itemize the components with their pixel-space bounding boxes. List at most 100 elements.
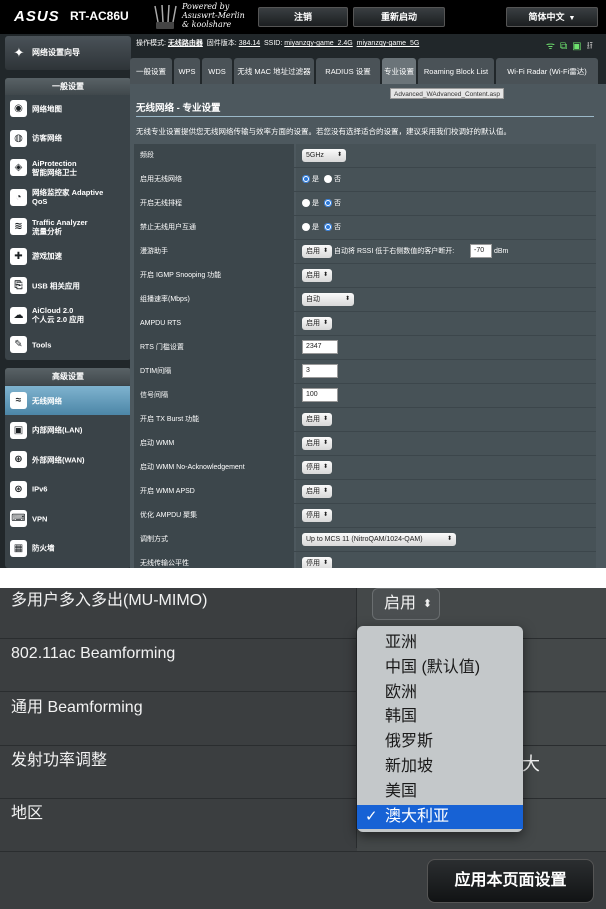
setting-select[interactable]: 停用 ⬍ (302, 461, 332, 474)
wifi-icon[interactable]: ᯤ (546, 41, 560, 52)
radio-no[interactable]: 否 (324, 198, 341, 209)
setting-select[interactable]: 停用 ⬍ (302, 509, 332, 522)
region-option[interactable]: 美国 (357, 780, 523, 805)
sidebar-item-label: AiCloud 2.0 个人云 2.0 应用 (32, 306, 84, 324)
setting-select[interactable]: 5GHz ⬍ (302, 149, 346, 162)
tab-7[interactable]: Wi-Fi Radar (Wi-Fi雷达) (496, 58, 598, 84)
region-option-label: 俄罗斯 (385, 733, 434, 751)
quick-setup-button[interactable]: ✦ 网络设置向导 (5, 36, 131, 70)
roaming-select[interactable]: 启用 ⬍ (302, 245, 332, 258)
tab-3[interactable]: 无线 MAC 地址过滤器 (234, 58, 314, 84)
region-option[interactable]: 欧洲 (357, 681, 523, 706)
setting-select[interactable]: 自动 ⬍ (302, 293, 354, 306)
sidebar-item-title: IPv6 (32, 484, 48, 494)
select-value: 停用 (306, 560, 320, 567)
vpn-icon: ⌨ (10, 510, 27, 527)
radio-no[interactable]: 否 (324, 222, 341, 233)
setting-value: 5GHz ⬍ (296, 144, 596, 167)
setting-select[interactable]: 启用 ⬍ (302, 269, 332, 282)
radio-no[interactable]: 否 (324, 174, 341, 185)
setting-input[interactable]: 100 (302, 388, 338, 402)
traffic-analyzer-icon: ≋ (10, 218, 27, 235)
region-option[interactable]: 俄罗斯 (357, 730, 523, 755)
checkmark-icon: ✓ (365, 807, 378, 825)
tab-4[interactable]: RADIUS 设置 (316, 58, 380, 84)
setting-input[interactable]: 3 (302, 364, 338, 378)
tab-1[interactable]: WPS (174, 58, 200, 84)
usb-icon[interactable]: ⭿ (587, 41, 598, 52)
setting-select[interactable]: Up to MCS 11 (NitroQAM/1024-QAM) ⬍ (302, 533, 456, 546)
sidebar-item-traffic-analyzer[interactable]: ≋ Traffic Analyzer 流量分析 (5, 212, 131, 241)
radio-yes[interactable]: 是 (302, 222, 319, 233)
tab-label: RADIUS 设置 (325, 66, 371, 76)
sidebar-item-guest-network[interactable]: ◍ 访客网络 (5, 124, 131, 153)
setting-select[interactable]: 停用 ⬍ (302, 557, 332, 568)
sidebar-item-wan[interactable]: ⊕ 外部网络(WAN) (5, 445, 131, 474)
firmware-link[interactable]: 384.14 (239, 40, 260, 47)
setting-input[interactable]: 2347 (302, 340, 338, 354)
ssid-5g-link[interactable]: miyanzqy-game_5G (357, 40, 420, 47)
sidebar-item-lan[interactable]: ▣ 内部网络(LAN) (5, 416, 131, 445)
logout-button[interactable]: 注销 (258, 7, 348, 27)
network-map-icon: ◉ (10, 100, 27, 117)
tab-label: 无线 MAC 地址过滤器 (237, 66, 311, 76)
operation-mode-bar: 操作模式: 无线路由器 固件版本: 384.14 SSID: miyanzqy-… (136, 40, 420, 47)
setting-select[interactable]: 启用 ⬍ (302, 413, 332, 426)
apply-button[interactable]: 应用本页面设置 (427, 859, 594, 903)
network-icon[interactable]: ⧉ (560, 41, 572, 52)
setting-select[interactable]: 启用 ⬍ (302, 485, 332, 498)
sidebar-item-ipv6[interactable]: ⊛ IPv6 (5, 475, 131, 504)
operation-mode-link[interactable]: 无线路由器 (168, 40, 203, 47)
region-option[interactable]: 新加坡 (357, 755, 523, 780)
sidebar-item-tools[interactable]: ✎ Tools (5, 330, 131, 359)
setting-select[interactable]: 启用 ⬍ (302, 437, 332, 450)
router-icon (154, 4, 177, 29)
radio-yes[interactable]: 是 (302, 174, 319, 185)
radio-label: 否 (334, 224, 341, 231)
region-option[interactable]: 亚洲 (357, 631, 523, 656)
tab-6[interactable]: Roaming Block List (418, 58, 494, 84)
setting-label: 启动 WMM No-Acknowledgement (134, 456, 294, 479)
sidebar-item-firewall[interactable]: ▦ 防火墙 (5, 534, 131, 563)
chevron-down-icon: ▼ (568, 15, 576, 22)
ssid-24g-link[interactable]: miyanzqy-game_2.4G (284, 40, 352, 47)
setting-value: 100 (296, 384, 596, 407)
sidebar-item-usb[interactable]: ⎘ USB 相关应用 (5, 271, 131, 300)
reboot-button[interactable]: 重新启动 (353, 7, 445, 27)
general-settings-title: 一般设置 (5, 78, 131, 95)
app-icon[interactable]: ▣ (572, 41, 586, 52)
radio-label: 是 (312, 224, 319, 231)
setting-label: 禁止无线用户互通 (134, 216, 294, 239)
setting-row: 开启 TX Burst 功能 启用 ⬍ (134, 408, 596, 432)
select-value: 停用 (306, 512, 320, 519)
language-select[interactable]: 简体中文 ▼ (506, 7, 598, 27)
tab-2[interactable]: WDS (202, 58, 232, 84)
select-value: 启用 (306, 488, 320, 495)
tab-5[interactable]: 专业设置 (382, 58, 416, 84)
sidebar-item-title: 外部网络(WAN) (32, 455, 85, 464)
sidebar-item-aiprotection[interactable]: ◈ AiProtection 智能网络卫士 (5, 153, 131, 182)
sidebar-item-adaptive-qos[interactable]: ◔ 网络监控家 Adaptive QoS (5, 183, 131, 212)
region-option[interactable]: 中国 (默认值) (357, 656, 523, 681)
rssi-input[interactable]: -70 (470, 244, 492, 258)
updown-arrow-icon: ⬍ (322, 464, 328, 470)
sidebar-item-aicloud[interactable]: ☁ AiCloud 2.0 个人云 2.0 应用 (5, 301, 131, 330)
mu-mimo-select[interactable]: 启用 ⬍ (372, 588, 440, 620)
roaming-text: 自动将 RSSI 低于右侧数值的客户断开: (334, 248, 455, 255)
region-option[interactable]: 韩国 (357, 705, 523, 730)
sidebar-item-wireless[interactable]: ≈ 无线网络 (5, 386, 131, 415)
sidebar-item-vpn[interactable]: ⌨ VPN (5, 504, 131, 533)
radio-dot (302, 199, 310, 208)
sidebar-item-title: AiCloud 2.0 (32, 306, 74, 315)
page-title: 无线网络 - 专业设置 (136, 103, 221, 114)
setting-value: 3 (296, 360, 596, 383)
sidebar-item-game-boost[interactable]: ✚ 游戏加速 (5, 242, 131, 271)
sidebar-item-network-map[interactable]: ◉ 网络地图 (5, 94, 131, 123)
radio-yes[interactable]: 是 (302, 198, 319, 209)
setting-select[interactable]: 启用 ⬍ (302, 317, 332, 330)
region-dropdown[interactable]: 亚洲 中国 (默认值) 欧洲 韩国俄罗斯新加坡 美国 ✓ 澳大利亚 (357, 626, 523, 832)
powered-by-logo: Powered by Asuswrt-Merlin & koolshare (182, 2, 245, 29)
region-option[interactable]: ✓ 澳大利亚 (357, 804, 523, 830)
tab-0[interactable]: 一般设置 (130, 58, 172, 84)
sidebar-item-label: 防火墙 (32, 544, 55, 553)
